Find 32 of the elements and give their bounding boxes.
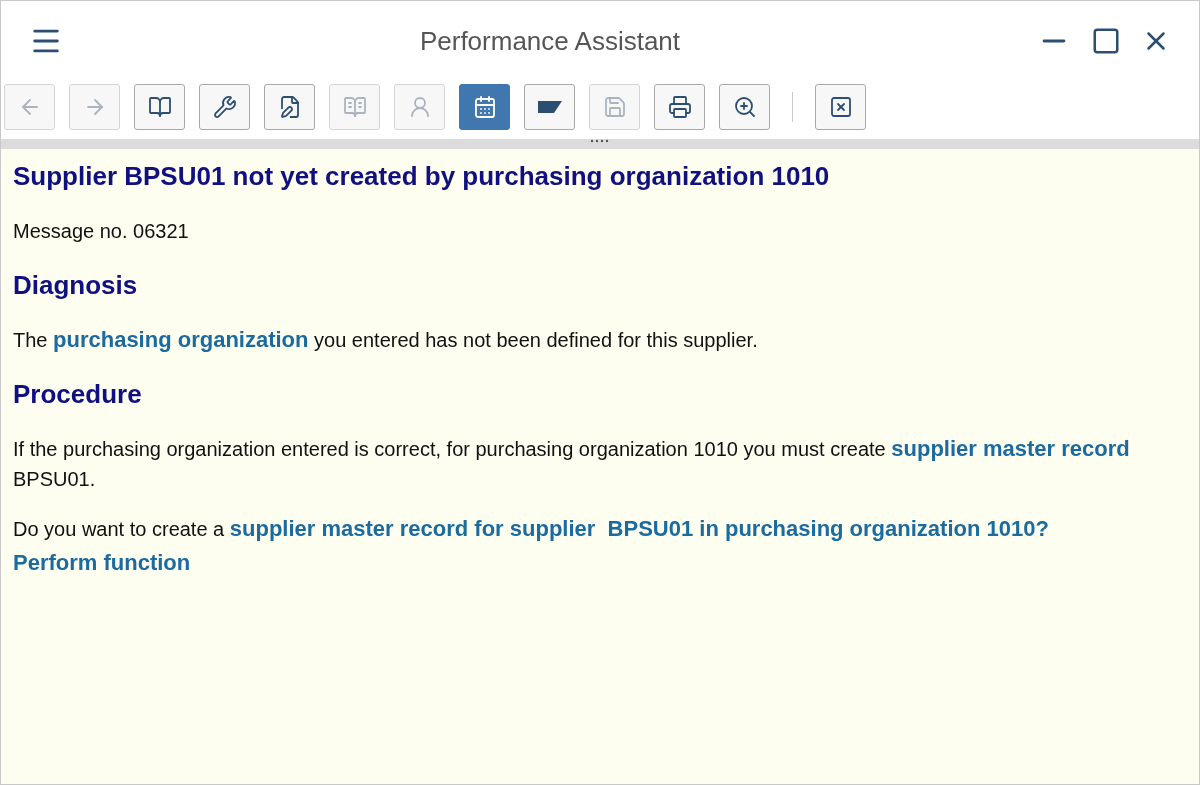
text: Message no. 06321 bbox=[13, 220, 189, 242]
section-heading: Procedure bbox=[13, 379, 142, 409]
link[interactable]: purchasing organization bbox=[53, 327, 309, 352]
toolbar-button[interactable] bbox=[264, 84, 315, 130]
text: you entered has not been defined for this supplier. bbox=[313, 329, 758, 351]
save-icon bbox=[602, 95, 627, 119]
text: If the purchasing organization entered is correct, for purchasing organization 1010 you must create bbox=[13, 438, 887, 460]
close-icon bbox=[828, 95, 853, 119]
drag-handle-icon[interactable] bbox=[590, 139, 610, 143]
section-heading: Diagnosis bbox=[13, 270, 138, 300]
toolbar-button[interactable] bbox=[654, 84, 705, 130]
text: The bbox=[13, 329, 49, 351]
toolbar-button[interactable] bbox=[815, 84, 866, 130]
window-title: Performance Assistant bbox=[418, 24, 682, 58]
zoom-in-icon bbox=[732, 95, 757, 119]
text: Do you want to create a bbox=[13, 518, 226, 540]
text: BPSU01. bbox=[13, 468, 96, 490]
toolbar-button[interactable] bbox=[459, 84, 510, 130]
toolbar-button[interactable] bbox=[134, 84, 185, 130]
message-title: Supplier BPSU01 not yet created by purchasing organization 1010 bbox=[13, 161, 830, 191]
toolbar-button[interactable] bbox=[524, 84, 575, 130]
flag-icon bbox=[536, 100, 563, 114]
toolbar-button[interactable] bbox=[719, 84, 770, 130]
toolbar-button[interactable] bbox=[199, 84, 250, 130]
link[interactable]: Perform function bbox=[13, 550, 191, 575]
maximize-icon[interactable] bbox=[1091, 26, 1121, 56]
link[interactable]: supplier master record for supplier BPSU01 in purchasing organization 1010? bbox=[229, 516, 1049, 541]
wrench-icon bbox=[212, 95, 237, 119]
open-book-icon bbox=[342, 95, 367, 119]
calendar-icon bbox=[472, 95, 497, 119]
link[interactable]: supplier master record bbox=[891, 436, 1130, 461]
printer-icon bbox=[667, 95, 692, 119]
